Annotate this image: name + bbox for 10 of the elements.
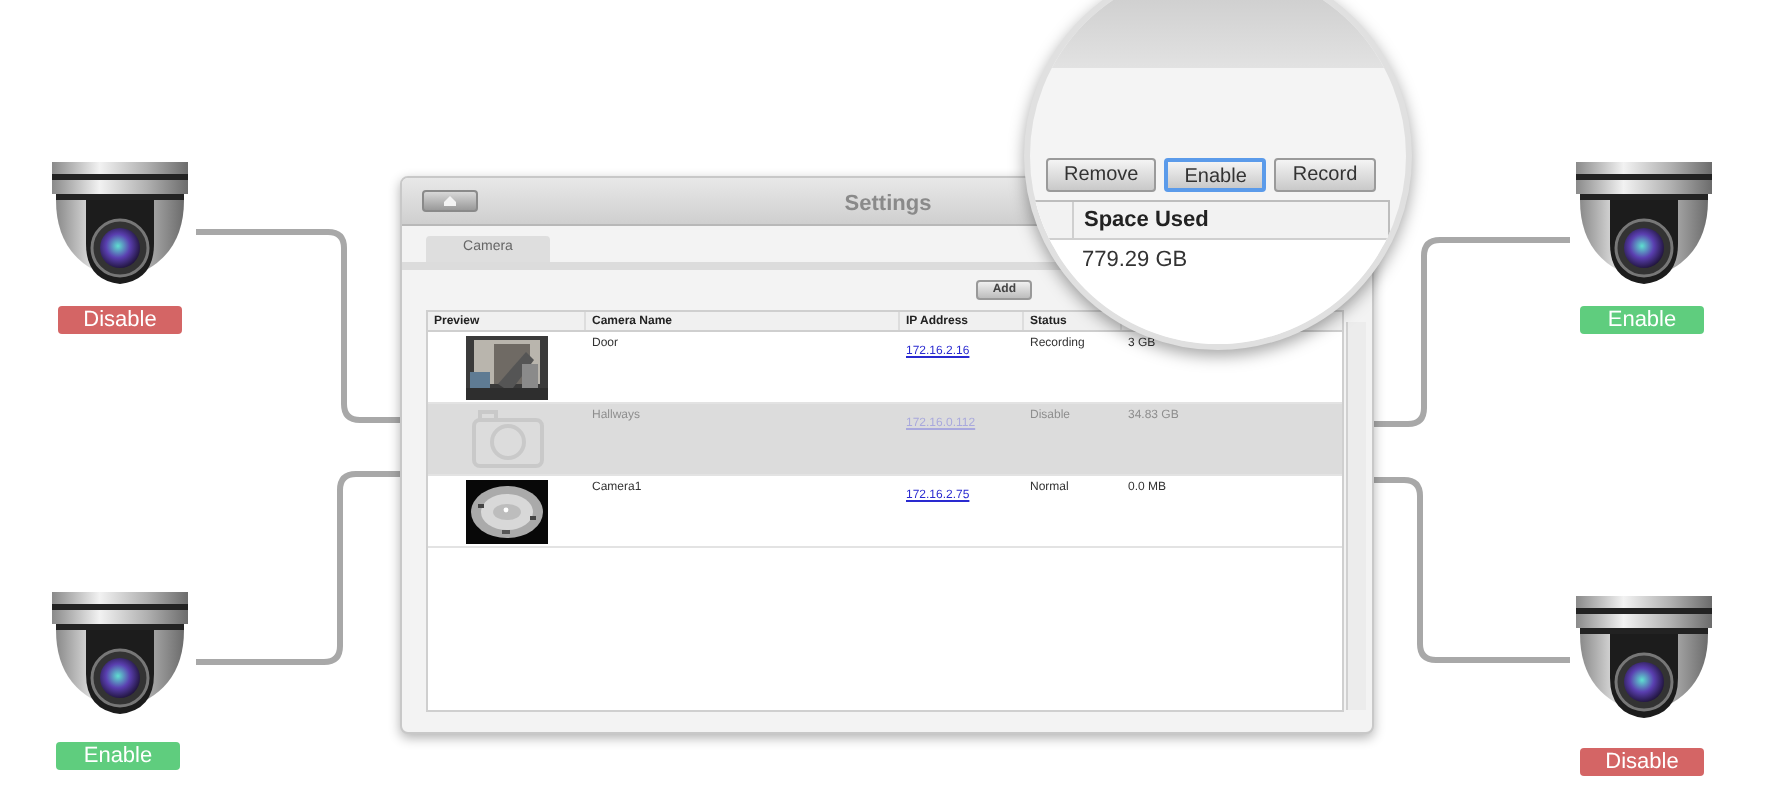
table-cell-text: 779.29 GB: [1082, 246, 1188, 276]
toolbar-button[interactable]: Record: [1274, 158, 1376, 192]
window-title: Settings: [842, 190, 934, 220]
toolbar-button[interactable]: Enable: [1164, 158, 1267, 192]
column-header: Space Used: [1082, 206, 1209, 236]
status-badge: Disable: [58, 306, 182, 334]
status-badge: Enable: [1580, 306, 1704, 334]
toolbar-button[interactable]: Remove: [1046, 158, 1157, 192]
status-badge: Disable: [1580, 748, 1704, 776]
status-badge: Enable: [56, 742, 180, 770]
